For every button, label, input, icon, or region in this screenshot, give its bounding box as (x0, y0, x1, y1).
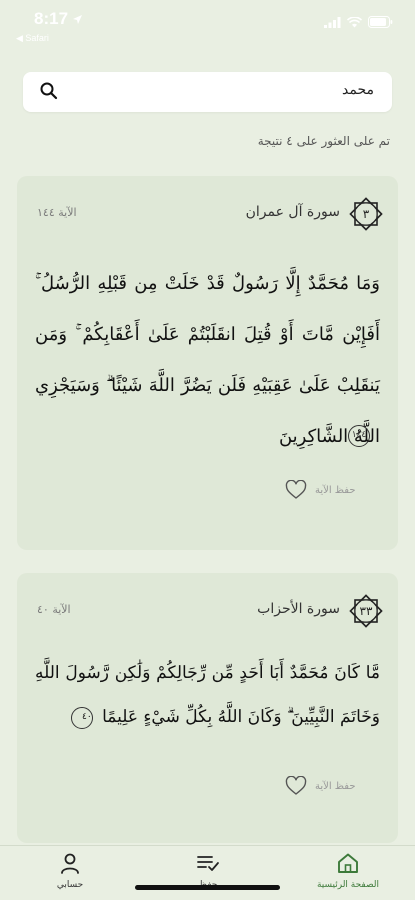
surah-number: ٣٣ (359, 604, 373, 618)
home-icon (338, 853, 358, 873)
verse-text: مَّا كَانَ مُحَمَّدٌ أَبَا أَحَدٍ مِّن ر… (35, 651, 380, 739)
tab-account-label: حسابي (56, 880, 84, 890)
ayah-number-marker: ١٤٤ (348, 425, 370, 447)
home-indicator[interactable] (135, 885, 280, 890)
list-check-icon (197, 856, 219, 871)
surah-number-badge: ٣ (348, 196, 384, 232)
location-arrow-icon (73, 14, 83, 24)
wifi-icon (347, 16, 362, 27)
verse-card[interactable]: ٣٣ سورة الأحزاب الآية ٤٠ مَّا كَانَ مُحَ… (17, 573, 398, 843)
battery-icon (368, 16, 393, 28)
status-icons (324, 16, 393, 28)
bottom-tab-bar: حسابي حفظ الصفحة الرئيسية (0, 845, 415, 900)
verse-card[interactable]: ٣ سورة آل عمران الآية ١٤٤ وَمَا مُحَمَّد… (17, 176, 398, 550)
card-header: ٣٣ سورة الأحزاب الآية ٤٠ (17, 593, 398, 629)
signal-icon (324, 16, 341, 28)
ayah-number-marker: ٤٠ (70, 706, 93, 729)
surah-number: ٣ (362, 207, 370, 221)
card-header: ٣ سورة آل عمران الآية ١٤٤ (17, 196, 398, 232)
status-time: 8:17 (34, 9, 83, 29)
surah-number-badge: ٣٣ (348, 593, 384, 629)
result-count: تم على العثور على ٤ نتيجة (257, 134, 390, 148)
surah-name: سورة الأحزاب (257, 601, 340, 617)
back-to-app-link[interactable]: ◀ Safari (16, 33, 49, 44)
save-verse-button[interactable]: حفظ الآية (285, 776, 356, 796)
save-verse-label: حفظ الآية (315, 780, 356, 792)
ayah-label: الآية ١٤٤ (37, 206, 77, 219)
status-bar: 8:17 ◀ Safari (0, 0, 415, 48)
heart-icon[interactable] (285, 480, 307, 500)
search-value[interactable]: محمد (342, 82, 374, 98)
ayah-label: الآية ٤٠ (37, 603, 71, 616)
tab-home[interactable]: الصفحة الرئيسية (303, 852, 393, 890)
tab-home-label: الصفحة الرئيسية (316, 880, 380, 890)
surah-name: سورة آل عمران (245, 204, 340, 220)
user-icon (61, 853, 79, 874)
time-text: 8:17 (34, 9, 69, 28)
search-icon[interactable] (40, 82, 58, 100)
heart-icon[interactable] (285, 776, 307, 796)
search-input[interactable]: محمد (23, 72, 392, 112)
verse-text: وَمَا مُحَمَّدٌ إِلَّا رَسُولٌ قَدْ خَلَ… (35, 273, 380, 447)
save-verse-label: حفظ الآية (315, 484, 356, 496)
save-verse-button[interactable]: حفظ الآية (285, 480, 356, 500)
tab-account[interactable]: حسابي (25, 852, 115, 890)
ayah-end-marker: ١٤٤ (344, 425, 374, 447)
